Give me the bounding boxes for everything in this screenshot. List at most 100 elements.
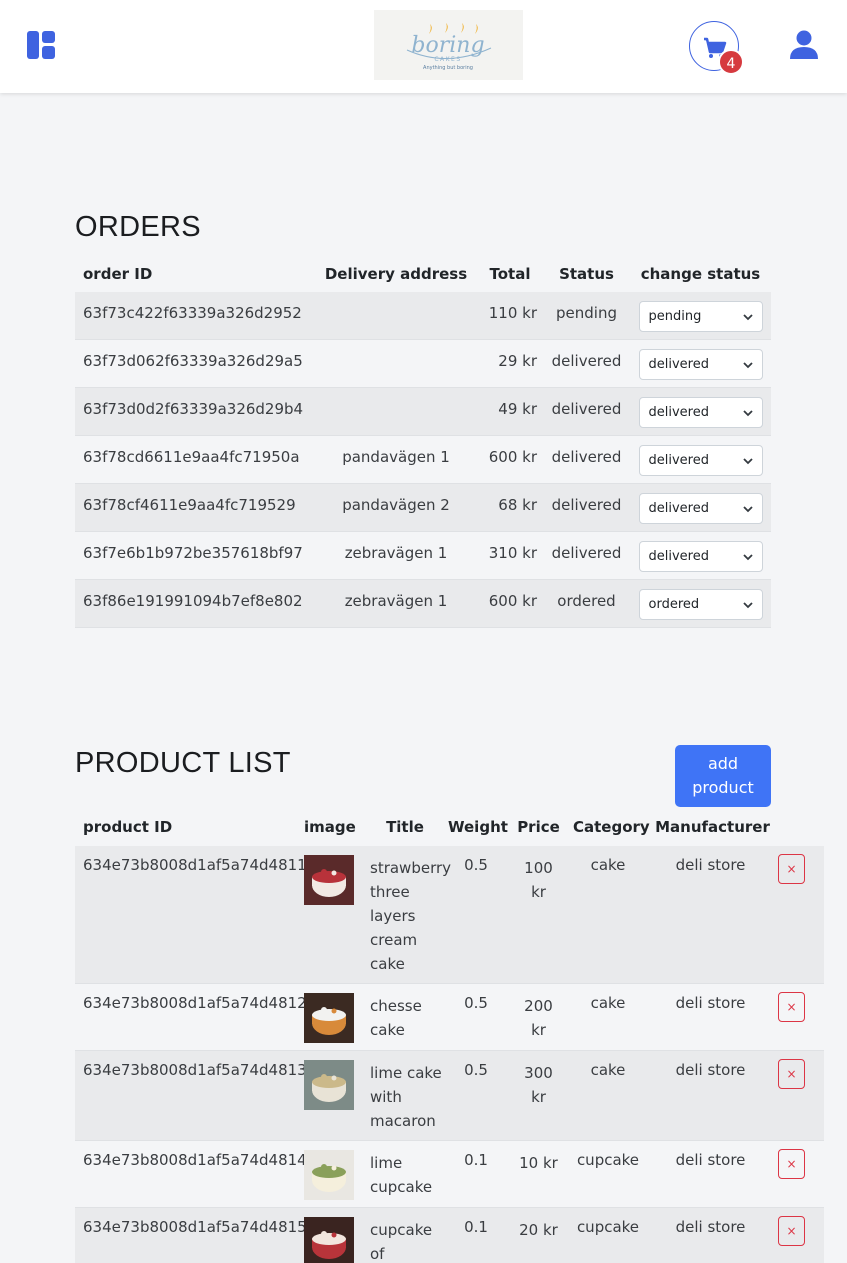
order-total: 600 kr (488, 448, 537, 466)
product-price-line: 10 kr (519, 1154, 558, 1172)
product-price: 200 kr (504, 984, 573, 1050)
status-select-value: delivered (648, 501, 709, 516)
order-id: 63f73c422f63339a326d2952 (83, 304, 302, 322)
product-id: 634e73b8008d1af5a74d4812 (83, 994, 307, 1012)
delete-product-button[interactable]: × (778, 992, 805, 1022)
user-icon[interactable] (788, 30, 820, 60)
product-title-line: cupcake (370, 1221, 433, 1239)
product-price-line: 200 (524, 997, 553, 1015)
delete-product-button[interactable]: × (778, 1216, 805, 1246)
status-select-value: delivered (648, 357, 709, 372)
product-category: cake (590, 1061, 626, 1079)
order-id: 63f73d062f63339a326d29a5 (83, 352, 303, 370)
delivery-address (315, 292, 477, 304)
order-status: delivered (551, 496, 622, 514)
svg-text:CAKES: CAKES (434, 56, 461, 63)
product-category: cake (590, 856, 626, 874)
product-id: 634e73b8008d1af5a74d4811 (83, 856, 307, 874)
status-select[interactable]: delivered (638, 397, 763, 428)
add-product-label-line-1: add (707, 754, 739, 773)
product-title-line: lime cake (370, 1064, 442, 1082)
col-weight: Weight (448, 818, 508, 836)
product-price-line: kr (531, 883, 546, 901)
order-total: 110 kr (488, 304, 537, 322)
product-title: lime cake with macaron (362, 1051, 448, 1140)
product-title-line: with (370, 1088, 402, 1106)
delivery-address: pandavägen 1 (342, 448, 450, 466)
order-status: delivered (551, 352, 622, 370)
order-total: 68 kr (498, 496, 537, 514)
product-price: 10 kr (504, 1141, 573, 1207)
order-status: delivered (551, 448, 622, 466)
status-select-value: delivered (648, 405, 709, 420)
delivery-address (315, 340, 477, 352)
status-select[interactable]: delivered (638, 541, 763, 572)
product-list-title: PRODUCT LIST (75, 747, 291, 779)
product-price-line: 300 (524, 1064, 553, 1082)
product-title-line: of (370, 1245, 385, 1263)
delete-cell: × (778, 846, 824, 983)
product-row: 634e73b8008d1af5a74d4813 lime cake with ma… (75, 1051, 824, 1141)
change-status-cell: ordered (630, 580, 771, 620)
product-manufacturer: deli store (675, 1218, 746, 1236)
status-select-value: delivered (648, 453, 709, 468)
product-title-line: layers (370, 907, 416, 925)
product-price-line: kr (531, 1088, 546, 1106)
order-total: 29 kr (498, 352, 537, 370)
delete-product-button[interactable]: × (778, 854, 805, 884)
delivery-address (315, 388, 477, 400)
order-row: 63f86e191991094b7ef8e802 zebravägen 1 600 … (75, 580, 771, 628)
product-weight: 0.5 (464, 856, 488, 874)
status-select[interactable]: delivered (638, 445, 763, 476)
col-status: Status (559, 264, 614, 283)
product-row: 634e73b8008d1af5a74d4815 cupcake of 0.1 20 … (75, 1208, 824, 1263)
order-status: ordered (557, 592, 616, 610)
order-total: 310 kr (488, 544, 537, 562)
product-row: 634e73b8008d1af5a74d4814 lime cupcake 0.1 1… (75, 1141, 824, 1208)
order-total: 600 kr (488, 592, 537, 610)
product-price: 20 kr (504, 1208, 573, 1263)
change-status-cell: delivered (630, 484, 771, 524)
cart-count-badge: 4 (718, 49, 744, 75)
order-id: 63f78cf4611e9aa4fc719529 (83, 496, 296, 514)
top-navbar: boring CAKES Anything but boring 4 (0, 0, 847, 93)
dashboard-icon[interactable] (27, 31, 55, 59)
delivery-address: zebravägen 1 (344, 592, 448, 610)
orders-table: order ID Delivery address Total Status c… (75, 255, 771, 628)
delete-product-button[interactable]: × (778, 1149, 805, 1179)
product-title-line: chesse (370, 997, 422, 1015)
product-price-line: kr (531, 1021, 546, 1039)
chevron-down-icon (742, 311, 754, 323)
product-image-cell (296, 1141, 362, 1207)
product-title-line: cream (370, 931, 418, 949)
change-status-cell: delivered (630, 532, 771, 572)
product-price: 300 kr (504, 1051, 573, 1140)
products-table: product ID image Title Weight Price Cate… (75, 808, 824, 1263)
status-select[interactable]: ordered (638, 589, 763, 620)
col-change-status: change status (640, 264, 761, 283)
order-row: 63f78cf4611e9aa4fc719529 pandavägen 2 68 k… (75, 484, 771, 532)
product-category: cupcake (576, 1218, 640, 1236)
status-select[interactable]: delivered (638, 349, 763, 380)
product-row: 634e73b8008d1af5a74d4812 chesse cake 0.5 20… (75, 984, 824, 1051)
status-select[interactable]: pending (638, 301, 763, 332)
order-id: 63f78cd6611e9aa4fc71950a (83, 448, 300, 466)
order-id: 63f7e6b1b972be357618bf97 (83, 544, 303, 562)
product-image (304, 1150, 354, 1200)
product-price: 100 kr (504, 846, 573, 983)
product-title: lime cupcake (362, 1141, 448, 1207)
status-select[interactable]: delivered (638, 493, 763, 524)
product-weight: 0.1 (464, 1151, 488, 1169)
product-price-line: 100 (524, 859, 553, 877)
product-manufacturer: deli store (675, 994, 746, 1012)
product-id: 634e73b8008d1af5a74d4815 (83, 1218, 307, 1236)
chevron-down-icon (742, 359, 754, 371)
product-weight: 0.5 (464, 994, 488, 1012)
brand-logo[interactable]: boring CAKES Anything but boring (374, 10, 523, 80)
delete-product-button[interactable]: × (778, 1059, 805, 1089)
orders-table-header: order ID Delivery address Total Status c… (75, 255, 771, 292)
product-title-line: strawberry (370, 859, 452, 877)
add-product-label-line-2: product (692, 778, 754, 797)
product-title-line: three (370, 883, 410, 901)
add-product-button[interactable]: add product (675, 745, 771, 807)
